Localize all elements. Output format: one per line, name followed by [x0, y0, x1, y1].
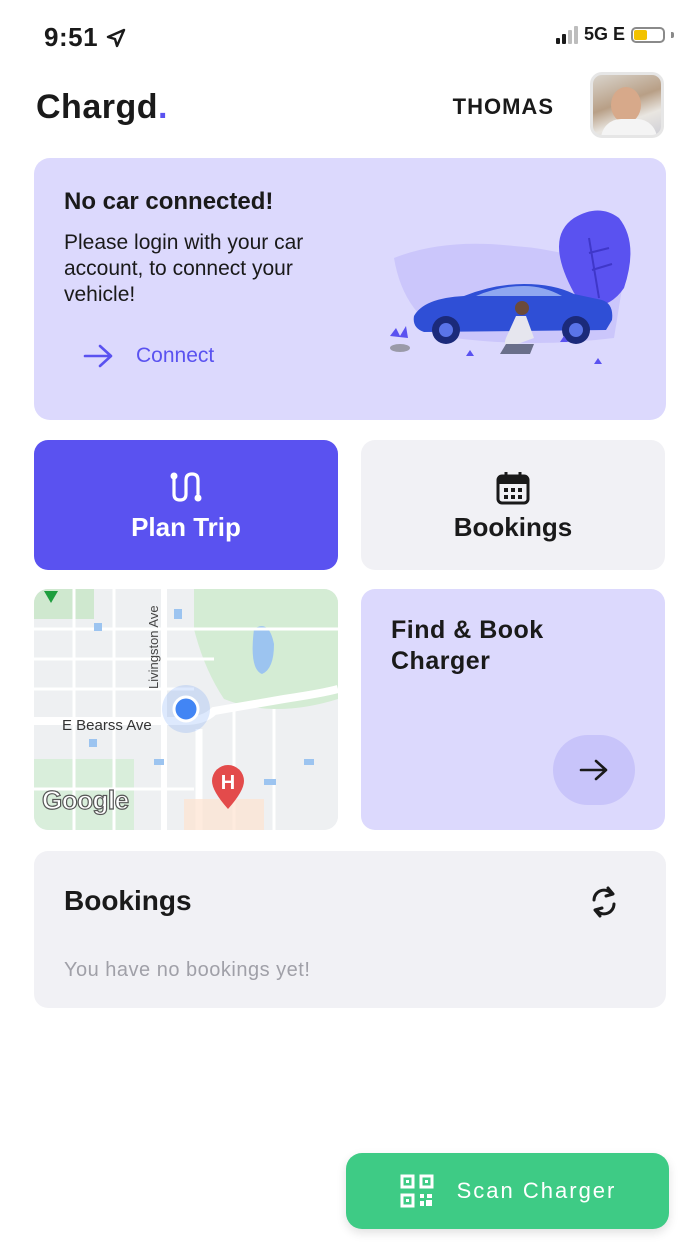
- bookings-panel-title: Bookings: [64, 885, 192, 916]
- street-label-livingston: Livingston Ave: [146, 605, 161, 689]
- street-label-bearss: E Bearss Ave: [62, 717, 152, 734]
- network-type: 5G E: [583, 24, 625, 44]
- route-icon-wrapper: [34, 470, 338, 504]
- calendar-icon: [496, 472, 530, 505]
- bookings-empty-text: You have no bookings yet!: [64, 959, 311, 981]
- avatar-face: [611, 87, 641, 123]
- avatar-shirt: [601, 119, 657, 135]
- find-charger-card[interactable]: Find & Book Charger: [361, 589, 665, 830]
- status-indicators: 5G E: [555, 24, 674, 45]
- connect-link[interactable]: Connect: [82, 342, 214, 370]
- battery-tip: [671, 31, 674, 38]
- car-card-description: Please login with your car account, to c…: [64, 231, 304, 306]
- refresh-icon[interactable]: [588, 885, 620, 919]
- arrow-right-icon: [579, 759, 608, 781]
- hospital-pin-letter: H: [221, 772, 235, 794]
- signal-strength-icon: [555, 25, 578, 44]
- scan-charger-button[interactable]: Scan Charger: [346, 1153, 669, 1229]
- battery-icon: [631, 26, 665, 43]
- map-preview[interactable]: H Livingston Ave E Bearss Ave Google: [34, 589, 338, 830]
- bookings-panel: Bookings You have no bookings yet!: [34, 851, 666, 1008]
- find-charger-title: Find & Book Charger: [391, 616, 544, 675]
- app-logo: Chargd.: [36, 88, 168, 126]
- connect-label: Connect: [136, 344, 215, 367]
- route-icon: [170, 472, 202, 502]
- status-time: 9:51: [44, 22, 126, 53]
- user-avatar[interactable]: [590, 72, 664, 138]
- find-charger-arrow-button[interactable]: [553, 735, 635, 805]
- bookings-tile-label: Bookings: [453, 512, 573, 542]
- plan-trip-label: Plan Trip: [131, 512, 241, 542]
- qr-code-icon: [400, 1174, 434, 1208]
- calendar-icon-wrapper: [361, 470, 665, 506]
- location-arrow-icon: [106, 28, 125, 48]
- hospital-pin-icon[interactable]: H: [208, 763, 248, 811]
- user-name: THOMAS: [452, 94, 554, 119]
- no-car-card: No car connected! Please login with your…: [34, 158, 666, 420]
- car-card-title: No car connected!: [64, 188, 274, 215]
- plan-trip-button[interactable]: Plan Trip: [34, 440, 338, 570]
- car-illustration: [390, 210, 631, 364]
- bookings-button[interactable]: Bookings: [361, 440, 665, 570]
- scan-charger-label: Scan Charger: [456, 1178, 617, 1203]
- arrow-right-icon: [83, 344, 113, 368]
- google-attribution: Google: [41, 784, 129, 815]
